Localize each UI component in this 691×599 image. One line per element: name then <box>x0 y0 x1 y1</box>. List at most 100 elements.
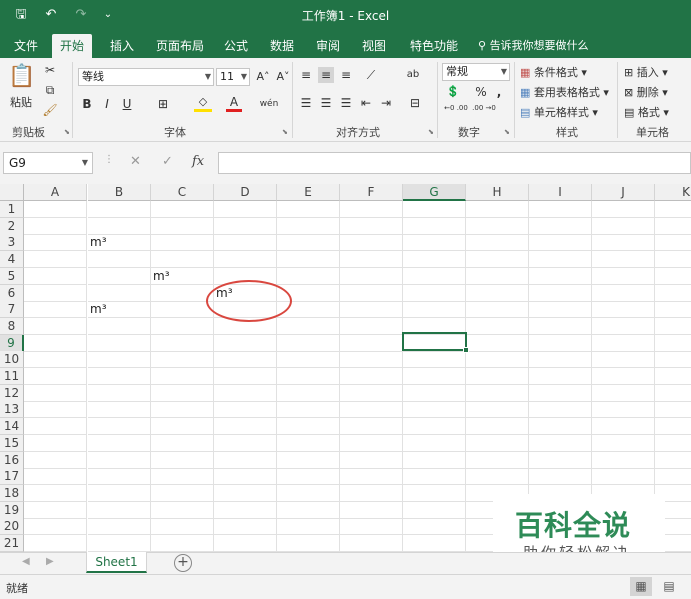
cell-j2[interactable] <box>592 217 655 235</box>
row-header-13[interactable]: 13 <box>0 401 24 419</box>
cell-j1[interactable] <box>592 201 655 218</box>
column-header-d[interactable]: D <box>214 184 277 201</box>
row-header-15[interactable]: 15 <box>0 434 24 452</box>
delete-cells-button[interactable]: ⊠ 删除 ▾ <box>624 84 668 100</box>
tell-me-search[interactable]: ⚲ 告诉我你想要做什么 <box>478 34 589 58</box>
cell-k14[interactable] <box>655 418 691 436</box>
cell-b9[interactable] <box>88 334 151 352</box>
cell-j5[interactable] <box>592 267 655 285</box>
cell-a15[interactable] <box>24 434 87 452</box>
alignment-launcher-icon[interactable]: ⬊ <box>428 128 434 136</box>
cell-b17[interactable] <box>88 468 151 486</box>
cell-c16[interactable] <box>151 451 214 469</box>
cell-h8[interactable] <box>466 317 529 335</box>
row-header-12[interactable]: 12 <box>0 384 24 402</box>
cell-i3[interactable] <box>529 234 592 252</box>
cell-h15[interactable] <box>466 434 529 452</box>
cell-b4[interactable] <box>88 251 151 269</box>
cell-a9[interactable] <box>24 334 87 352</box>
cell-b11[interactable] <box>88 368 151 385</box>
cell-g12[interactable] <box>403 384 466 402</box>
cell-a1[interactable] <box>24 201 87 218</box>
cell-c1[interactable] <box>151 201 214 218</box>
cell-k13[interactable] <box>655 401 691 419</box>
cell-j6[interactable] <box>592 284 655 302</box>
cell-e12[interactable] <box>277 384 340 402</box>
cell-j7[interactable] <box>592 301 655 319</box>
phonetic-guide-icon[interactable]: wén <box>258 96 280 112</box>
cell-k10[interactable] <box>655 351 691 369</box>
cell-b6[interactable] <box>88 284 151 302</box>
row-header-9[interactable]: 9 <box>0 334 24 352</box>
cell-c14[interactable] <box>151 418 214 436</box>
row-header-6[interactable]: 6 <box>0 284 24 302</box>
column-header-b[interactable]: B <box>88 184 151 201</box>
cell-e4[interactable] <box>277 251 340 269</box>
cell-f7[interactable] <box>340 301 403 319</box>
tab-review[interactable]: 审阅 <box>308 34 348 58</box>
align-center-icon[interactable]: ☰ <box>318 95 334 111</box>
underline-button[interactable]: U <box>120 96 134 112</box>
cell-d19[interactable] <box>214 501 277 519</box>
cell-j12[interactable] <box>592 384 655 402</box>
row-header-21[interactable]: 21 <box>0 535 24 552</box>
cell-c10[interactable] <box>151 351 214 369</box>
cell-i6[interactable] <box>529 284 592 302</box>
wrap-text-icon[interactable]: ab <box>404 67 422 83</box>
row-header-14[interactable]: 14 <box>0 418 24 436</box>
column-header-k[interactable]: K <box>655 184 691 201</box>
cell-g18[interactable] <box>403 484 466 502</box>
font-size-select[interactable]: 11 ▼ <box>216 68 250 86</box>
column-header-c[interactable]: C <box>151 184 214 201</box>
cell-f10[interactable] <box>340 351 403 369</box>
cell-f1[interactable] <box>340 201 403 218</box>
cell-g19[interactable] <box>403 501 466 519</box>
cell-d11[interactable] <box>214 368 277 385</box>
cell-a4[interactable] <box>24 251 87 269</box>
row-header-8[interactable]: 8 <box>0 317 24 335</box>
column-header-e[interactable]: E <box>277 184 340 201</box>
name-box[interactable]: G9 ▼ <box>3 152 93 174</box>
cell-k1[interactable] <box>655 201 691 218</box>
cell-i9[interactable] <box>529 334 592 352</box>
cell-g20[interactable] <box>403 518 466 536</box>
cell-a6[interactable] <box>24 284 87 302</box>
number-launcher-icon[interactable]: ⬊ <box>504 128 510 136</box>
cell-c9[interactable] <box>151 334 214 352</box>
cell-g21[interactable] <box>403 535 466 552</box>
format-cells-button[interactable]: ▤ 格式 ▾ <box>624 104 669 120</box>
cell-k3[interactable] <box>655 234 691 252</box>
cell-i5[interactable] <box>529 267 592 285</box>
cell-c5[interactable]: m³ <box>151 267 214 285</box>
format-painter-icon[interactable]: 🖌 <box>42 102 58 118</box>
cell-b5[interactable] <box>88 267 151 285</box>
orientation-icon[interactable]: ⟋ <box>360 67 382 83</box>
cell-d10[interactable] <box>214 351 277 369</box>
cell-k2[interactable] <box>655 218 691 235</box>
currency-icon[interactable]: 💲 <box>444 84 462 100</box>
cell-h11[interactable] <box>466 368 529 385</box>
cell-c11[interactable] <box>151 368 214 385</box>
cell-j11[interactable] <box>592 368 655 385</box>
cell-a20[interactable] <box>24 518 87 536</box>
column-header-a[interactable]: A <box>24 184 87 201</box>
cell-b20[interactable] <box>88 518 151 536</box>
decrease-indent-icon[interactable]: ⇤ <box>358 95 374 111</box>
cell-h6[interactable] <box>466 284 529 302</box>
normal-view-icon[interactable]: ▦ <box>630 577 652 596</box>
cell-h17[interactable] <box>466 468 529 486</box>
cell-b14[interactable] <box>88 418 151 436</box>
font-name-select[interactable]: 等线 ▼ <box>78 68 214 86</box>
cell-g4[interactable] <box>403 251 466 269</box>
cell-j3[interactable] <box>592 234 655 252</box>
cell-g3[interactable] <box>403 234 466 252</box>
cell-d17[interactable] <box>214 468 277 486</box>
cell-h14[interactable] <box>466 418 529 436</box>
cut-icon[interactable]: ✂ <box>42 62 58 78</box>
cell-c6[interactable] <box>151 284 214 302</box>
cell-k5[interactable] <box>655 268 691 285</box>
cell-d3[interactable] <box>214 234 277 252</box>
column-header-g[interactable]: G <box>403 184 466 201</box>
cell-j8[interactable] <box>592 317 655 335</box>
cell-b3[interactable]: m³ <box>88 234 151 252</box>
